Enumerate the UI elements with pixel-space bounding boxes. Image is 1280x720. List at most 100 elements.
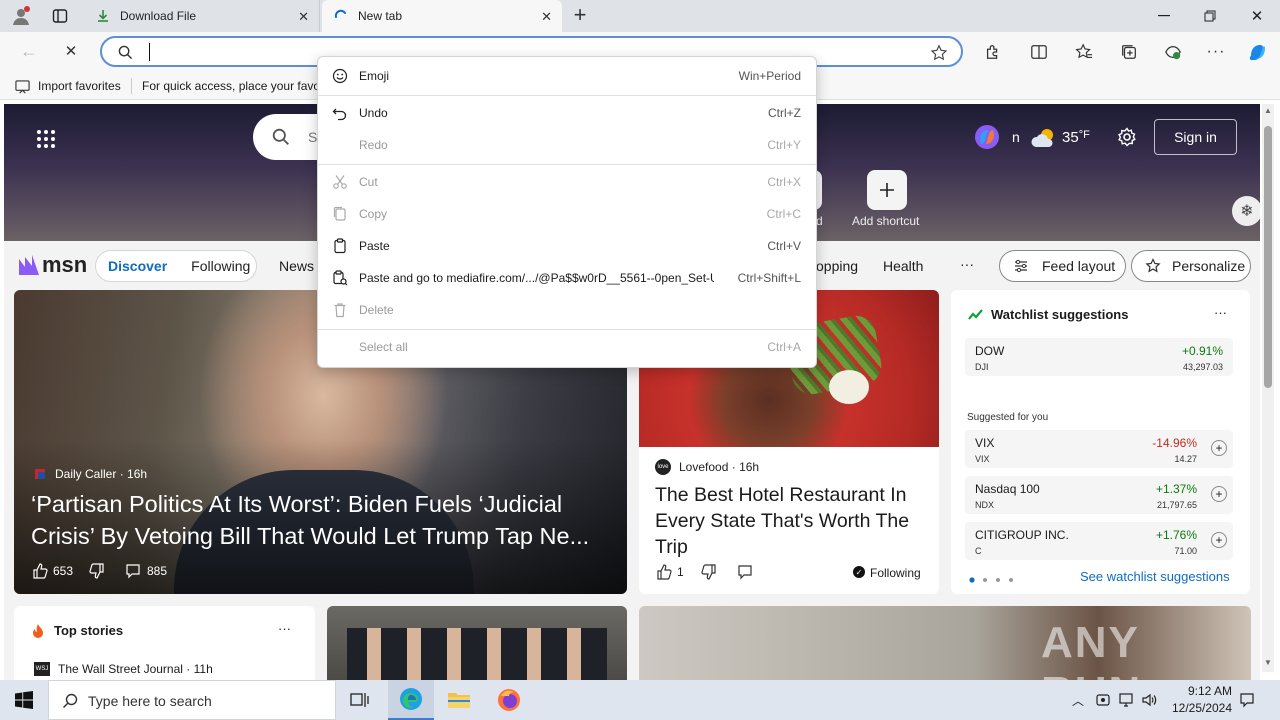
see-watchlist-link[interactable]: See watchlist suggestions	[1080, 569, 1230, 584]
lovefood-icon: love	[655, 459, 671, 475]
menu-item-paste-and-go[interactable]: Paste and go to mediafire.com/.../@Pa$$w…	[318, 262, 816, 294]
menu-item-label: Paste	[359, 239, 390, 253]
stock-symbol: C	[975, 546, 982, 556]
show-hidden-icons-chevron[interactable]: ︿	[1070, 692, 1086, 708]
taskbar-edge-button[interactable]	[388, 680, 434, 720]
stock-price: 71.00	[1174, 546, 1197, 556]
scrollbar-track[interactable]: ▲ ▼	[1262, 104, 1274, 672]
weather-temperature[interactable]: 35°F	[1062, 129, 1090, 146]
taskbar-search-box[interactable]: Type here to search	[48, 680, 336, 720]
menu-item-undo[interactable]: Undo Ctrl+Z	[318, 97, 816, 129]
windows-start-icon[interactable]	[0, 680, 48, 720]
scrollbar-thumb[interactable]	[1264, 126, 1272, 388]
flame-icon	[30, 622, 46, 640]
tab-actions-icon[interactable]	[50, 6, 70, 26]
settings-gear-icon[interactable]	[1116, 126, 1138, 148]
stop-loading-icon[interactable]: ✕	[60, 40, 82, 62]
msn-logo-text[interactable]: msn	[42, 252, 87, 278]
search-icon	[271, 127, 291, 147]
background-toggle-icon[interactable]: ❄	[1232, 196, 1260, 226]
weather-cloud-icon[interactable]	[1030, 127, 1058, 149]
stock-row-vix[interactable]: VIX VIX -14.96% 14.27 +	[965, 430, 1233, 468]
sign-in-button[interactable]: Sign in	[1154, 119, 1237, 155]
stock-symbol: DJI	[975, 362, 989, 372]
nav-more-button[interactable]: ···	[960, 256, 974, 272]
stock-row-citigroup[interactable]: CITIGROUP INC. C +1.76% 71.00 +	[965, 522, 1233, 560]
close-tab-icon[interactable]: ✕	[298, 9, 309, 25]
add-to-watchlist-icon[interactable]: +	[1211, 486, 1227, 502]
feed-layout-button[interactable]: Feed layout	[999, 250, 1126, 282]
tab-shopping[interactable]: opping	[816, 258, 858, 274]
split-screen-icon[interactable]	[1028, 41, 1050, 63]
profile-icon[interactable]	[10, 5, 32, 27]
menu-item-redo[interactable]: Redo Ctrl+Y	[318, 129, 816, 161]
tab-health[interactable]: Health	[883, 258, 923, 274]
close-tab-icon[interactable]: ✕	[541, 9, 552, 25]
like-icon[interactable]	[31, 562, 49, 580]
following-label[interactable]: Following	[870, 566, 921, 580]
close-window-icon[interactable]: ✕	[1245, 6, 1269, 26]
comment-icon[interactable]	[124, 562, 142, 580]
clock-time[interactable]: 9:12 AM	[1172, 684, 1248, 698]
restore-icon[interactable]	[1198, 8, 1222, 24]
import-favorites-link[interactable]: Import favorites	[38, 79, 121, 93]
minimize-icon[interactable]	[1152, 8, 1176, 24]
menu-item-copy[interactable]: Copy Ctrl+C	[318, 198, 816, 230]
volume-icon[interactable]	[1140, 691, 1158, 709]
add-to-watchlist-icon[interactable]: +	[1211, 532, 1227, 548]
tab-following[interactable]: Following	[191, 258, 250, 274]
file-explorer-icon[interactable]	[446, 688, 472, 712]
menu-item-paste[interactable]: Paste Ctrl+V	[318, 230, 816, 262]
tab-download-file[interactable]: Download File ✕	[86, 0, 320, 32]
task-view-icon[interactable]	[344, 688, 376, 712]
watchlist-more-button[interactable]: ···	[1214, 305, 1227, 320]
tab-new-tab[interactable]: New tab ✕	[322, 0, 562, 32]
copilot-icon[interactable]	[974, 124, 1000, 150]
comment-icon[interactable]	[736, 563, 754, 581]
stock-row-nasdaq[interactable]: Nasdaq 100 NDX +1.37% 21,797.65 +	[965, 476, 1233, 514]
back-icon[interactable]: ←	[18, 40, 40, 62]
more-menu-icon[interactable]: ···	[1205, 41, 1227, 63]
security-tray-icon[interactable]	[1094, 691, 1112, 709]
hero-headline[interactable]: ‘Partisan Politics At Its Worst’: Biden …	[31, 488, 621, 552]
notifications-icon[interactable]	[1238, 691, 1256, 709]
menu-item-label: Copy	[359, 207, 388, 221]
new-tab-button[interactable]: +	[569, 2, 591, 27]
network-icon[interactable]	[1117, 691, 1135, 709]
menu-item-emoji[interactable]: Emoji Win+Period	[318, 60, 816, 92]
extensions-icon[interactable]	[982, 41, 1004, 63]
browser-essentials-icon[interactable]	[1162, 41, 1184, 63]
portrait-photo-card[interactable]: ANY RUN	[639, 606, 1251, 680]
dislike-icon[interactable]	[700, 563, 718, 581]
food-headline[interactable]: The Best Hotel Restaurant In Every State…	[655, 482, 927, 560]
stock-price: 14.27	[1174, 454, 1197, 464]
tab-news[interactable]: News	[279, 258, 314, 274]
clock-date[interactable]: 12/25/2024	[1164, 701, 1240, 715]
pagination-dots[interactable]	[969, 572, 1019, 583]
collections-icon[interactable]	[1118, 41, 1140, 63]
firefox-icon[interactable]	[496, 687, 522, 713]
menu-item-delete[interactable]: Delete	[318, 294, 816, 326]
group-photo-card[interactable]	[327, 606, 627, 680]
personalize-button[interactable]: Personalize	[1131, 250, 1251, 282]
story-source-name: The Wall Street Journal	[58, 662, 183, 676]
favorites-icon[interactable]	[1073, 41, 1095, 63]
windows-taskbar: Type here to search ︿ 9:12 AM 12/25/2024	[0, 680, 1280, 720]
dislike-icon[interactable]	[88, 562, 106, 580]
menu-item-select-all[interactable]: Select all Ctrl+A	[318, 331, 816, 363]
menu-item-cut[interactable]: Cut Ctrl+X	[318, 166, 816, 198]
top-stories-more-button[interactable]: ···	[278, 621, 291, 636]
scroll-down-arrow-icon[interactable]: ▼	[1264, 658, 1272, 667]
like-icon[interactable]	[655, 563, 673, 581]
add-shortcut-button[interactable]	[867, 170, 907, 210]
favorite-star-icon[interactable]	[928, 42, 950, 64]
menu-item-shortcut: Ctrl+Y	[767, 138, 801, 152]
stock-row-dow[interactable]: DOW DJI +0.91% 43,297.03	[965, 338, 1233, 376]
apps-grid-icon[interactable]	[36, 128, 56, 150]
taskbar-search-placeholder: Type here to search	[88, 693, 212, 709]
copilot-icon[interactable]	[1245, 39, 1271, 65]
stock-change: +1.37%	[1155, 482, 1197, 496]
add-to-watchlist-icon[interactable]: +	[1211, 440, 1227, 456]
tab-discover[interactable]: Discover	[108, 258, 167, 274]
scroll-up-arrow-icon[interactable]: ▲	[1264, 106, 1272, 115]
